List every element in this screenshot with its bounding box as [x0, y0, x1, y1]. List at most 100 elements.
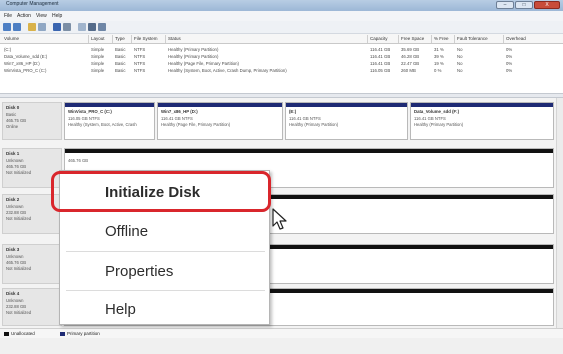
cell-type: Basic: [115, 61, 126, 66]
cell-fault-tolerance: No: [457, 68, 463, 73]
partition-size: 116.41 GB NTFS: [289, 116, 321, 121]
cell-status: Healthy (System, Boot, Active, Crash Dum…: [168, 68, 287, 73]
disk-type: Basic: [6, 112, 17, 117]
col-capacity[interactable]: Capacity: [370, 36, 396, 41]
cell-file-system: NTFS: [134, 54, 146, 59]
minimize-button[interactable]: –: [496, 1, 514, 9]
partition-status: Healthy (Primary Partition): [414, 122, 464, 127]
computer-management-window: Computer Management – □ X File Action Vi…: [0, 0, 563, 354]
partition-title: (E:): [289, 109, 297, 114]
disk-type: Unknown: [6, 254, 24, 259]
cell-layout: Simple: [91, 61, 105, 66]
partition-block[interactable]: Win7_x86_HP (D:) 116.41 GB NTFS Healthy …: [157, 102, 283, 140]
check-icon[interactable]: [88, 23, 96, 31]
cell-layout: Simple: [91, 68, 105, 73]
col-type[interactable]: Type: [115, 36, 130, 41]
partition-block[interactable]: (E:) 116.41 GB NTFS Healthy (Primary Par…: [285, 102, 408, 140]
col-percent-free[interactable]: % Free: [434, 36, 452, 41]
vertical-scrollbar[interactable]: [556, 98, 563, 328]
menu-bar: File Action View Help: [0, 11, 563, 21]
legend-primary: Primary partition: [67, 331, 100, 336]
cell-volume: (C:): [4, 47, 12, 52]
cell-overhead: 0%: [506, 68, 513, 73]
disk-3-label[interactable]: Disk 3 Unknown 465.76 GB Not Initialized: [2, 244, 62, 284]
disk-size: 232.88 GB: [6, 304, 27, 309]
partition-size: 116.41 GB NTFS: [161, 116, 193, 121]
disk-status: Not Initialized: [6, 170, 32, 175]
table-row[interactable]: Data_Volume_sdd (E:) Simple Basic NTFS H…: [0, 53, 563, 60]
cell-volume: WinVista_PRO_C (C:): [4, 68, 47, 73]
cell-free-space: 35.69 GB: [401, 47, 420, 52]
partition-size: 116.41 GB NTFS: [414, 116, 446, 121]
cell-layout: Simple: [91, 54, 105, 59]
cell-volume: Data_Volume_sdd (E:): [4, 54, 48, 59]
legend-unallocated: Unallocated: [11, 331, 35, 336]
disk-type: Unknown: [6, 158, 24, 163]
cell-overhead: 0%: [506, 61, 513, 66]
disk-size: 465.75 GB: [6, 118, 27, 123]
partition-status: Healthy (Page File, Primary Partition): [161, 122, 231, 127]
partition-block[interactable]: Data_Volume_sdd (F:) 116.41 GB NTFS Heal…: [410, 102, 554, 140]
cell-percent-free: 31 %: [434, 47, 444, 52]
cell-file-system: NTFS: [134, 47, 146, 52]
menu-action[interactable]: Action: [17, 13, 31, 19]
menu-separator: [66, 290, 265, 291]
disk-name: Disk 3: [6, 247, 20, 252]
cell-file-system: NTFS: [134, 68, 146, 73]
col-fault-tolerance[interactable]: Fault Tolerance: [457, 36, 501, 41]
cell-percent-free: 19 %: [434, 61, 444, 66]
disk-type: Unknown: [6, 298, 24, 303]
table-row[interactable]: WinVista_PRO_C (C:) Simple Basic NTFS He…: [0, 67, 563, 74]
disk-4-label[interactable]: Disk 4 Unknown 232.88 GB Not Initialized: [2, 288, 62, 326]
view-icon[interactable]: [98, 23, 106, 31]
col-status[interactable]: Status: [168, 36, 363, 41]
menu-view[interactable]: View: [36, 13, 47, 19]
unallocated-swatch-icon: [4, 332, 9, 336]
menu-item-label: Properties: [105, 263, 174, 280]
col-overhead[interactable]: Overhead: [506, 36, 551, 41]
primary-swatch-icon: [60, 332, 65, 336]
col-layout[interactable]: Layout: [91, 36, 111, 41]
disk-type: Unknown: [6, 204, 24, 209]
help-icon[interactable]: [53, 23, 61, 31]
partition-title: Data_Volume_sdd (F:): [414, 109, 460, 114]
back-icon[interactable]: [3, 23, 11, 31]
console-icon[interactable]: [38, 23, 46, 31]
menu-help[interactable]: Help: [52, 13, 62, 19]
folder-icon[interactable]: [28, 23, 36, 31]
menu-item-label: Offline: [105, 223, 149, 240]
cell-fault-tolerance: No: [457, 47, 463, 52]
disk-icon[interactable]: [78, 23, 86, 31]
col-free-space[interactable]: Free Space: [401, 36, 430, 41]
cell-capacity: 116.41 GB: [370, 54, 391, 59]
cell-overhead: 0%: [506, 47, 513, 52]
partition-status: Healthy (Primary Partition): [289, 122, 339, 127]
menu-item-properties[interactable]: Properties: [60, 254, 271, 288]
close-button[interactable]: X: [534, 1, 560, 9]
disk-0-label[interactable]: Disk 0 Basic 465.75 GB Online: [2, 102, 62, 140]
table-row[interactable]: (C:) Simple Basic NTFS Healthy (Primary …: [0, 46, 563, 53]
cell-status: Healthy (Page File, Primary Partition): [168, 61, 239, 66]
menu-file[interactable]: File: [4, 13, 12, 19]
disk-status: Not Initialized: [6, 310, 32, 315]
status-bar: [0, 338, 563, 354]
col-volume[interactable]: Volume: [4, 36, 84, 41]
cell-layout: Simple: [91, 47, 105, 52]
cell-file-system: NTFS: [134, 61, 146, 66]
highlight-box: [51, 171, 271, 212]
partition-block[interactable]: WinVista_PRO_C (C:) 116.05 GB NTFS Healt…: [64, 102, 155, 140]
cell-capacity: 116.05 GB: [370, 68, 391, 73]
cell-overhead: 0%: [506, 54, 513, 59]
maximize-button[interactable]: □: [515, 1, 533, 9]
menu-item-offline[interactable]: Offline: [60, 214, 271, 248]
properties-icon[interactable]: [63, 23, 71, 31]
menu-item-help[interactable]: Help: [60, 292, 271, 326]
table-row[interactable]: Win7_x86_HP (D:) Simple Basic NTFS Healt…: [0, 60, 563, 67]
partition-title: Win7_x86_HP (D:): [161, 109, 198, 114]
partition-size: 465.76 GB: [68, 158, 89, 163]
partition-size: 116.05 GB NTFS: [68, 116, 100, 121]
disk-name: Disk 0: [6, 105, 20, 110]
partition-title: WinVista_PRO_C (C:): [68, 109, 112, 114]
forward-icon[interactable]: [13, 23, 21, 31]
col-file-system[interactable]: File System: [134, 36, 164, 41]
